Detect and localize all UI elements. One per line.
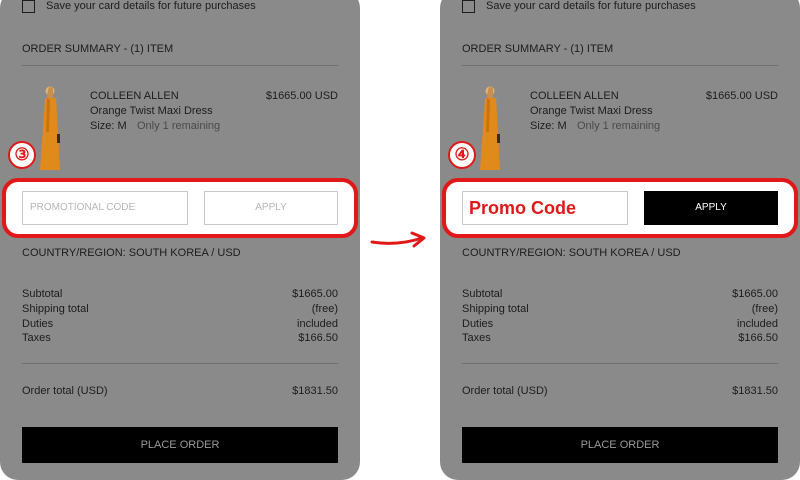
shipping-label: Shipping total [462, 303, 529, 315]
product-price: $1665.00 USD [705, 90, 778, 102]
product-size: Size: M [530, 120, 567, 132]
order-total-value: $1831.50 [292, 385, 338, 397]
save-card-label: Save your card details for future purcha… [486, 0, 696, 12]
duties-value: included [737, 318, 778, 330]
product-brand: COLLEEN ALLEN [90, 90, 179, 102]
subtotal-label: Subtotal [462, 288, 503, 300]
next-step-arrow-icon [370, 231, 426, 248]
duties-label: Duties [22, 318, 54, 330]
taxes-label: Taxes [22, 332, 51, 344]
duties-label: Duties [462, 318, 494, 330]
product-name[interactable]: Orange Twist Maxi Dress [530, 105, 653, 117]
order-total-label: Order total (USD) [462, 385, 548, 397]
save-card-checkbox[interactable] [462, 0, 475, 13]
product-brand: COLLEEN ALLEN [530, 90, 619, 102]
divider [22, 363, 338, 364]
country-region[interactable]: COUNTRY/REGION: SOUTH KOREA / USD [22, 247, 241, 259]
promo-code-input[interactable]: Promo Code [462, 191, 628, 225]
subtotal-label: Subtotal [22, 288, 63, 300]
order-summary-title: ORDER SUMMARY - (1) ITEM [462, 43, 614, 55]
subtotal-value: $1665.00 [732, 288, 778, 300]
checkout-screen-step-3: Save your card details for future purcha… [0, 0, 360, 480]
save-card-label: Save your card details for future purcha… [46, 0, 256, 12]
step-4-badge: ④ [448, 141, 476, 169]
place-order-button[interactable]: PLACE ORDER [462, 427, 778, 463]
divider [22, 65, 338, 66]
product-price: $1665.00 USD [265, 90, 338, 102]
product-thumbnail[interactable] [476, 84, 506, 172]
country-region[interactable]: COUNTRY/REGION: SOUTH KOREA / USD [462, 247, 681, 259]
apply-button[interactable]: APPLY [644, 191, 778, 225]
apply-button[interactable]: APPLY [204, 191, 338, 225]
order-total-label: Order total (USD) [22, 385, 108, 397]
checkout-screen-step-4: Save your card details for future purcha… [440, 0, 800, 480]
divider [462, 363, 778, 364]
order-total-value: $1831.50 [732, 385, 778, 397]
duties-value: included [297, 318, 338, 330]
promo-code-input[interactable]: PROMOTIONAL CODE [22, 191, 188, 225]
order-summary-title: ORDER SUMMARY - (1) ITEM [22, 43, 174, 55]
taxes-value: $166.50 [298, 332, 338, 344]
place-order-button[interactable]: PLACE ORDER [22, 427, 338, 463]
stock-status: Only 1 remaining [137, 120, 221, 132]
taxes-value: $166.50 [738, 332, 778, 344]
shipping-label: Shipping total [22, 303, 89, 315]
shipping-value: (free) [751, 303, 778, 315]
divider [462, 65, 778, 66]
subtotal-value: $1665.00 [292, 288, 338, 300]
stock-status: Only 1 remaining [577, 120, 661, 132]
product-thumbnail[interactable] [36, 84, 66, 172]
save-card-checkbox[interactable] [22, 0, 35, 13]
taxes-label: Taxes [462, 332, 491, 344]
shipping-value: (free) [311, 303, 338, 315]
product-size: Size: M [90, 120, 127, 132]
step-3-badge: ③ [8, 141, 36, 169]
product-name[interactable]: Orange Twist Maxi Dress [90, 105, 213, 117]
